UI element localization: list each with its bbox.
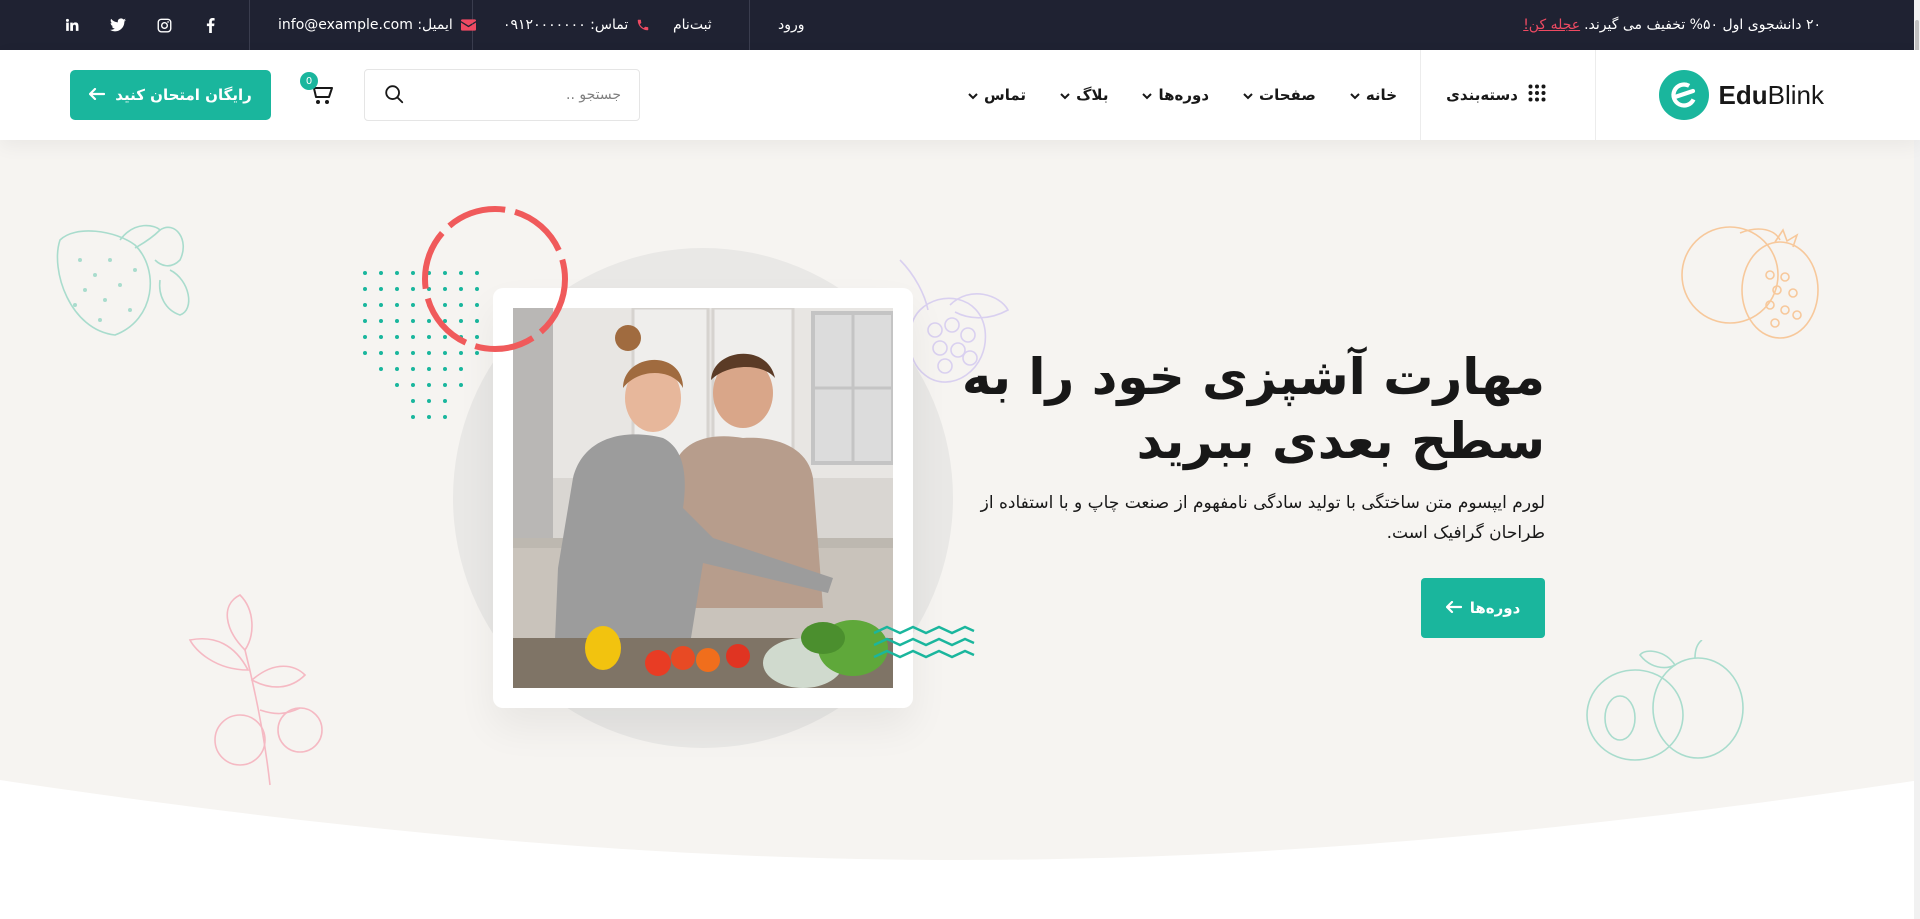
search-icon[interactable] — [383, 83, 405, 109]
category-menu[interactable]: دسته‌بندی — [1446, 50, 1546, 140]
main-header: EduBlink دسته‌بندی خانه صفحات دوره‌ها بل… — [0, 50, 1920, 140]
phone-text: تماس: ۰۹۱۲۰۰۰۰۰۰۰ — [503, 17, 629, 33]
courses-button-label: دوره‌ها — [1469, 599, 1521, 617]
login-link[interactable]: ورود — [778, 0, 805, 50]
promo-link[interactable]: عجله کن! — [1523, 17, 1580, 33]
register-label: ثبت‌نام — [673, 17, 712, 33]
chevron-down-icon — [1243, 86, 1253, 104]
hero-subtitle: لورم ایپسوم متن ساختگی با تولید سادگی نا… — [980, 493, 1545, 543]
email-contact[interactable]: ایمیل: info@example.com — [278, 0, 476, 50]
chevron-down-icon — [968, 86, 978, 104]
hero-title: مهارت آشپزی خود را به سطح بعدی ببرید — [961, 348, 1545, 470]
nav-item-label: بلاگ — [1076, 86, 1109, 104]
nav-item-label: دوره‌ها — [1158, 86, 1210, 104]
hero-bottom-curve — [0, 780, 1920, 919]
try-free-button[interactable]: رایگان امتحان کنید — [70, 70, 271, 120]
email-text: ایمیل: info@example.com — [278, 17, 453, 33]
cherry-illustration — [188, 594, 323, 786]
try-free-label: رایگان امتحان کنید — [115, 86, 252, 104]
nav-item-contact[interactable]: تماس — [968, 86, 1026, 104]
cart-button[interactable]: 0 — [300, 72, 336, 112]
dashed-ring-decoration — [422, 206, 568, 352]
facebook-icon[interactable] — [200, 15, 220, 35]
chevron-down-icon — [1060, 86, 1070, 104]
pomegranate-illustration — [1681, 226, 1819, 339]
nav-item-label: خانه — [1365, 86, 1397, 104]
search-input[interactable] — [421, 70, 621, 120]
logo-text: EduBlink — [1719, 80, 1824, 111]
phone-icon — [636, 18, 650, 32]
linkedin-icon[interactable] — [62, 15, 82, 35]
nav-item-home[interactable]: خانه — [1350, 86, 1397, 104]
login-label: ورود — [778, 17, 805, 33]
divider — [249, 0, 250, 50]
chevron-down-icon — [1142, 86, 1153, 104]
divider — [1420, 50, 1421, 140]
register-link[interactable]: ثبت‌نام — [673, 0, 712, 50]
nav-item-blog[interactable]: بلاگ — [1060, 86, 1108, 104]
logo-text-light: Blink — [1767, 79, 1824, 110]
strawberry-illustration — [56, 224, 190, 336]
nav-item-label: تماس — [984, 86, 1027, 104]
nav-item-pages[interactable]: صفحات — [1243, 86, 1316, 104]
zigzag-decoration — [873, 625, 975, 659]
grid-dots-icon — [1528, 84, 1546, 106]
site-logo[interactable]: EduBlink — [1658, 69, 1824, 121]
instagram-icon[interactable] — [154, 15, 174, 35]
envelope-icon — [460, 19, 476, 31]
logo-e-icon — [1658, 70, 1709, 120]
search-box — [364, 69, 640, 121]
promo-text: ۲۰ دانشجوی اول ۵۰% تخفیف می گیرند. — [1584, 17, 1821, 33]
category-label: دسته‌بندی — [1446, 86, 1518, 104]
main-nav: خانه صفحات دوره‌ها بلاگ تماس — [968, 50, 1397, 140]
courses-button[interactable]: دوره‌ها — [1421, 578, 1545, 638]
phone-contact[interactable]: تماس: ۰۹۱۲۰۰۰۰۰۰۰ — [503, 0, 650, 50]
top-bar: ۲۰ دانشجوی اول ۵۰% تخفیف می گیرند. عجله … — [0, 0, 1920, 50]
nav-item-label: صفحات — [1259, 86, 1316, 104]
twitter-icon[interactable] — [108, 15, 128, 35]
hero-section: مهارت آشپزی خود را به سطح بعدی ببرید لور… — [0, 140, 1920, 919]
arrow-left-icon — [89, 86, 106, 104]
nav-item-courses[interactable]: دوره‌ها — [1142, 86, 1209, 104]
cart-count-badge: 0 — [300, 72, 318, 90]
divider — [1595, 50, 1596, 140]
chevron-down-icon — [1350, 86, 1360, 104]
arrow-left-icon — [1445, 599, 1462, 617]
hero-photo-couple-cooking — [513, 308, 893, 688]
promo-banner: ۲۰ دانشجوی اول ۵۰% تخفیف می گیرند. عجله … — [1523, 0, 1821, 50]
social-links — [62, 0, 220, 50]
divider — [749, 0, 750, 50]
logo-text-bold: Edu — [1718, 79, 1768, 110]
peach-illustration — [1586, 640, 1744, 761]
